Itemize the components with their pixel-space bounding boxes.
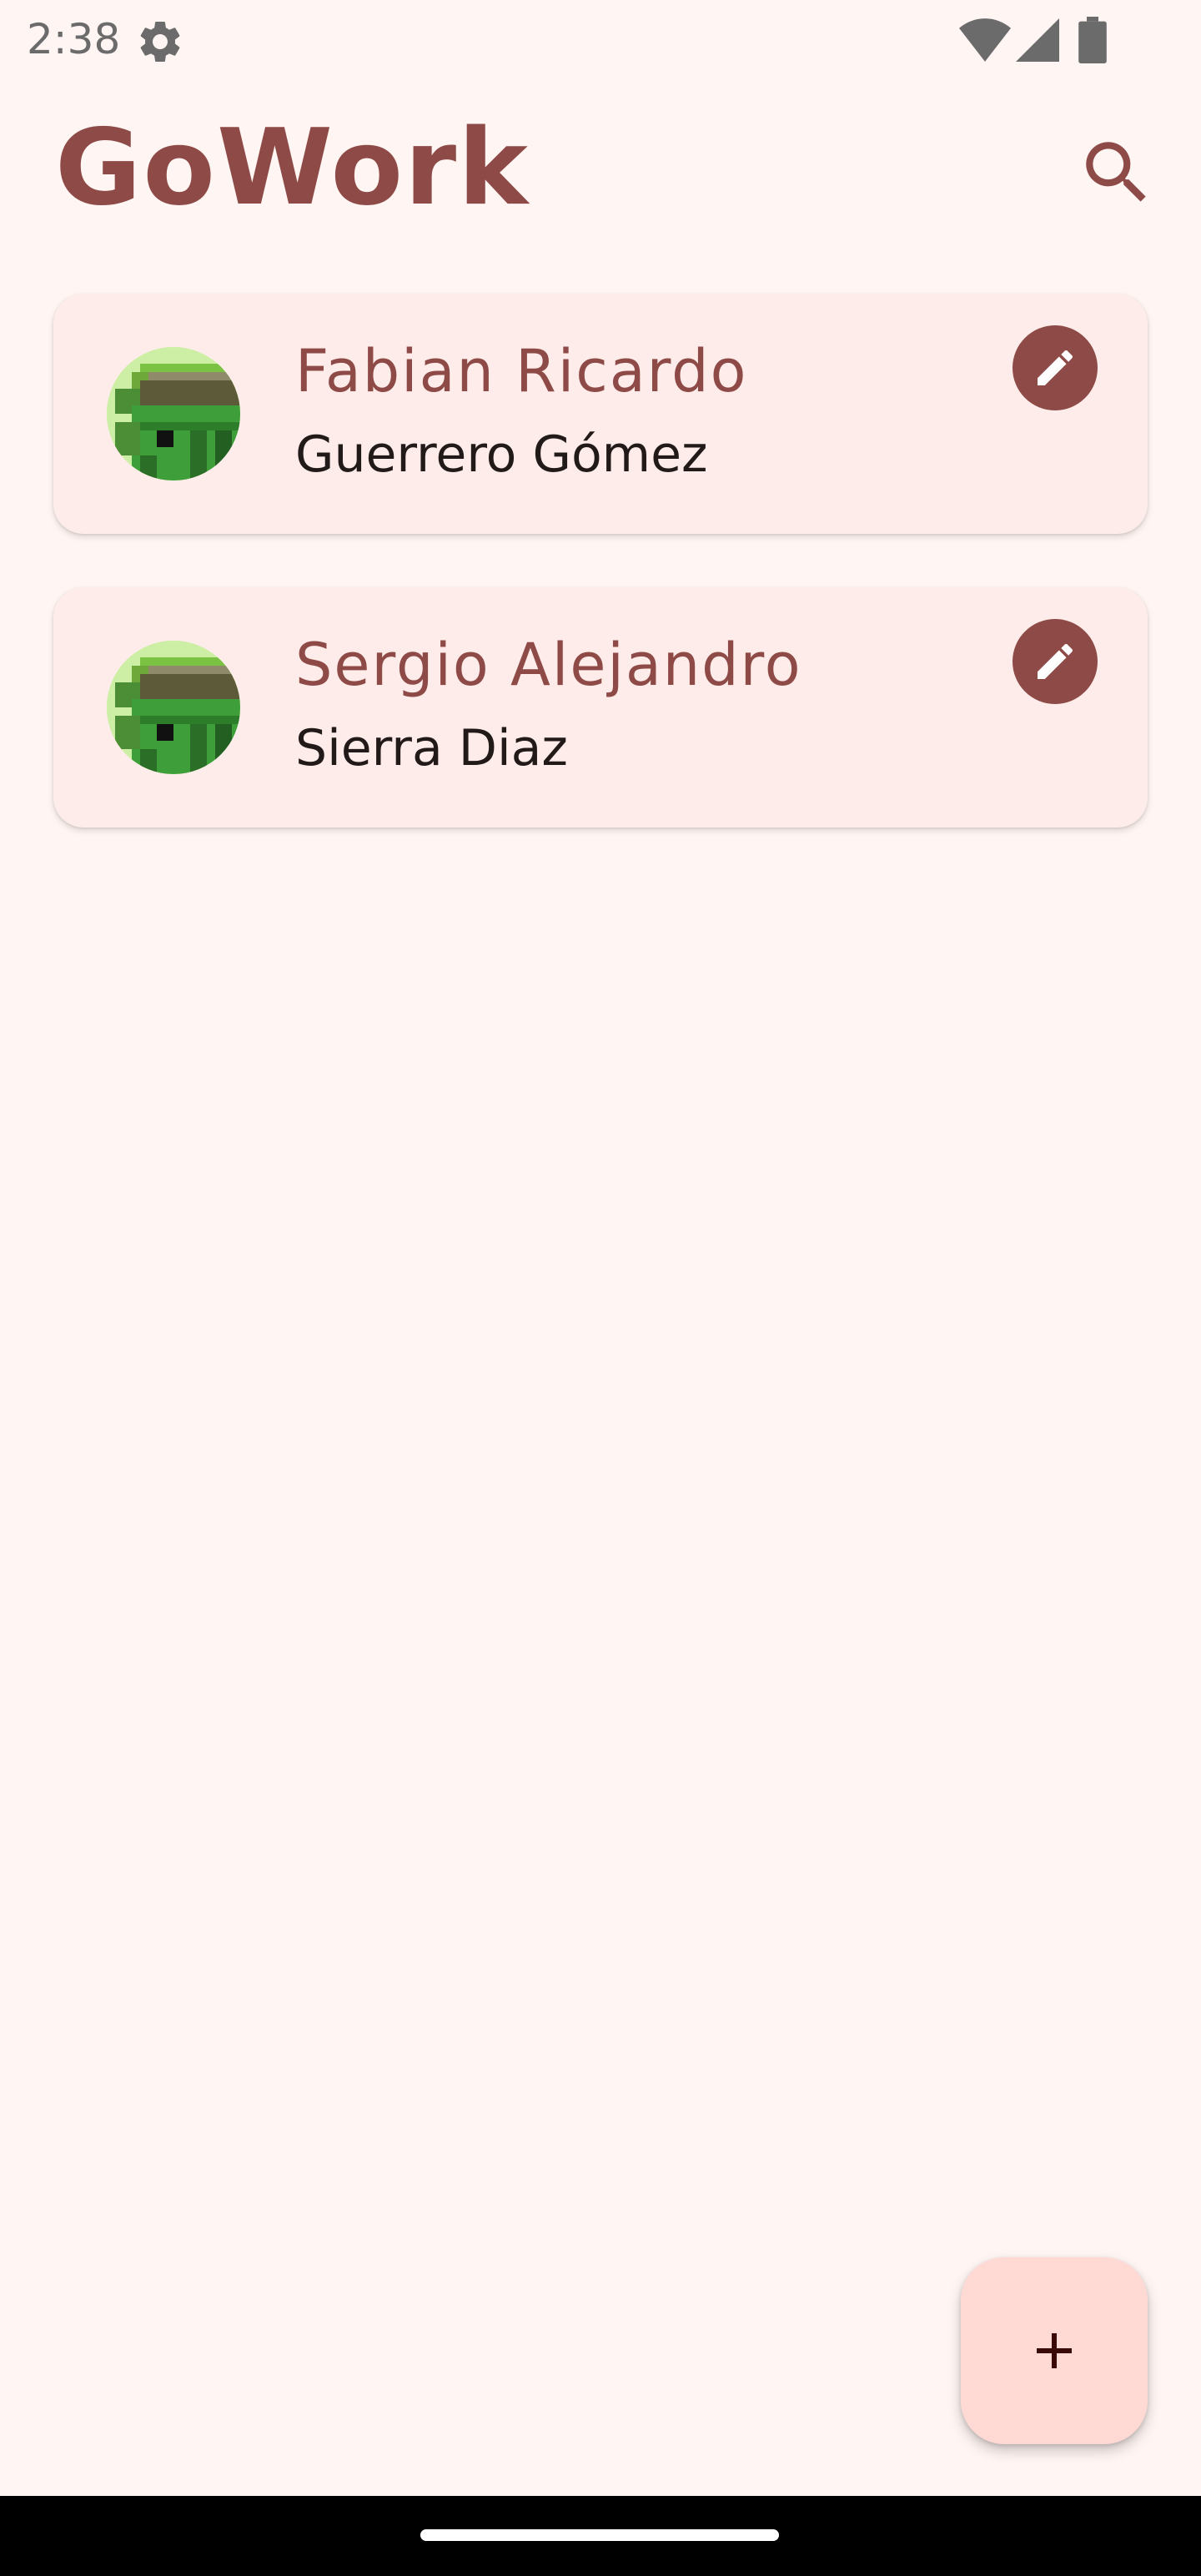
avatar — [107, 641, 240, 774]
add-worker-fab[interactable] — [961, 2257, 1148, 2444]
cellular-signal-icon — [1016, 18, 1059, 62]
worker-first-name: Fabian Ricardo — [295, 337, 748, 405]
status-bar: 2:38 — [0, 0, 1201, 83]
worker-card[interactable]: Sergio Alejandro Sierra Diaz — [53, 587, 1148, 828]
avatar — [107, 347, 240, 480]
worker-first-name: Sergio Alejandro — [295, 631, 802, 699]
pencil-icon — [1038, 350, 1073, 385]
edit-button[interactable] — [1013, 619, 1098, 704]
worker-last-name: Sierra Diaz — [295, 719, 568, 777]
worker-card[interactable]: Fabian Ricardo Guerrero Gómez — [53, 294, 1148, 534]
home-gesture-handle[interactable] — [420, 2529, 779, 2541]
worker-last-name: Guerrero Gómez — [295, 425, 708, 484]
pencil-icon — [1038, 643, 1073, 679]
status-time: 2:38 — [27, 15, 121, 63]
wifi-icon — [959, 18, 1011, 62]
settings-gear-icon — [140, 21, 180, 63]
app-title: GoWork — [55, 106, 530, 229]
plus-icon — [1037, 2333, 1072, 2368]
battery-icon — [1078, 17, 1107, 63]
edit-button[interactable] — [1013, 325, 1098, 410]
pixel-avatar-image — [107, 347, 240, 480]
search-icon[interactable] — [1076, 132, 1158, 214]
pixel-avatar-image — [107, 641, 240, 774]
screen: 2:38 GoWork Fabian Ricardo Guerrero Góme… — [0, 0, 1201, 2576]
